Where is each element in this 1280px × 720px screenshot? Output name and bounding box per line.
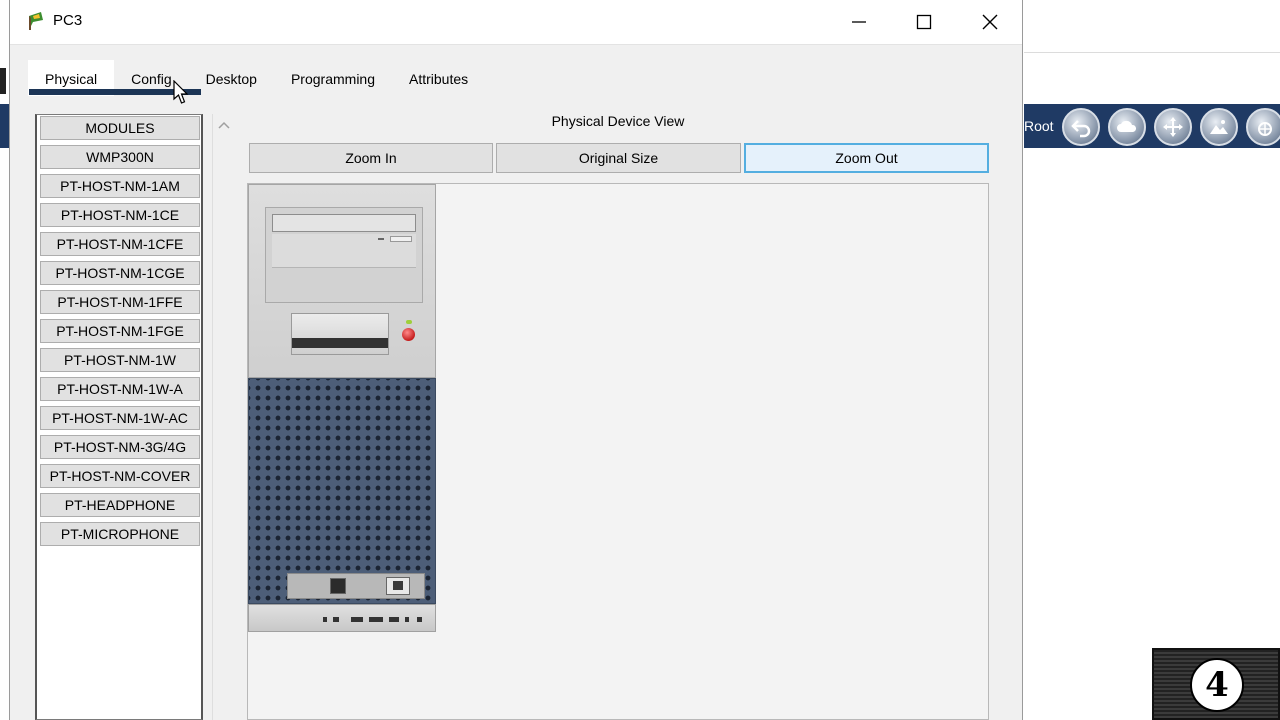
image-icon[interactable]	[1200, 108, 1238, 146]
watermark-number: 4	[1190, 658, 1244, 712]
zoom-in-button[interactable]: Zoom In	[249, 143, 493, 173]
window-title: PC3	[53, 12, 83, 29]
drive-indicator	[378, 238, 384, 240]
pc-tower-image[interactable]	[248, 184, 436, 632]
watermark-logo: 4	[1152, 648, 1280, 720]
floppy-drive	[291, 313, 389, 355]
floppy-slot	[292, 338, 388, 348]
tab-programming[interactable]: Programming	[274, 60, 392, 96]
module-item[interactable]: PT-HOST-NM-1W	[40, 348, 200, 372]
usb-port-icon	[351, 617, 363, 622]
power-led	[406, 320, 412, 324]
module-item[interactable]: PT-HOST-NM-1FFE	[40, 290, 200, 314]
line-port-icon	[417, 617, 422, 622]
module-item[interactable]: PT-HOST-NM-1W-AC	[40, 406, 200, 430]
headphone-port-icon	[333, 617, 339, 622]
port-icon	[389, 617, 399, 622]
usb-symbol-icon	[369, 617, 383, 622]
module-item[interactable]: PT-MICROPHONE	[40, 522, 200, 546]
minimize-button[interactable]	[827, 0, 891, 44]
network-module-slot[interactable]	[287, 573, 425, 599]
mic-port-icon	[405, 617, 409, 622]
mouse-cursor-icon	[173, 80, 189, 104]
module-item[interactable]: PT-HOST-NM-1W-A	[40, 377, 200, 401]
serial-port-icon	[386, 577, 410, 595]
tower-rear-ports	[248, 604, 436, 632]
background-divider	[1024, 52, 1280, 53]
background-app-edge	[0, 68, 6, 94]
module-item[interactable]: PT-HOST-NM-1CGE	[40, 261, 200, 285]
maximize-button[interactable]	[892, 0, 956, 44]
network-icon[interactable]	[1246, 108, 1280, 146]
drive-bay	[265, 207, 423, 303]
minimize-icon	[852, 21, 866, 23]
eject-button	[390, 236, 412, 242]
root-label: Root	[1024, 118, 1054, 134]
move-icon[interactable]	[1154, 108, 1192, 146]
module-item[interactable]: PT-HOST-NM-1CE	[40, 203, 200, 227]
original-size-button[interactable]: Original Size	[496, 143, 741, 173]
module-item[interactable]: PT-HEADPHONE	[40, 493, 200, 517]
module-item[interactable]: PT-HOST-NM-1AM	[40, 174, 200, 198]
tower-vent-grille	[248, 378, 436, 604]
tab-desktop[interactable]: Desktop	[189, 60, 274, 96]
module-list: MODULES WMP300N PT-HOST-NM-1AM PT-HOST-N…	[35, 114, 203, 720]
module-item[interactable]: PT-HOST-NM-COVER	[40, 464, 200, 488]
close-button[interactable]	[958, 0, 1022, 44]
back-icon[interactable]	[1062, 108, 1100, 146]
optical-drive	[272, 214, 416, 232]
module-item[interactable]: PT-HOST-NM-1FGE	[40, 319, 200, 343]
module-list-scrollbar[interactable]	[212, 114, 235, 720]
background-app: Root	[1024, 0, 1280, 720]
device-view-title: Physical Device View	[551, 113, 685, 129]
module-item-modules[interactable]: MODULES	[40, 116, 200, 140]
close-icon	[982, 14, 998, 30]
power-button[interactable]	[402, 328, 415, 341]
zoom-out-button[interactable]: Zoom Out	[744, 143, 989, 173]
module-item[interactable]: PT-HOST-NM-1CFE	[40, 232, 200, 256]
tower-front-panel	[248, 184, 436, 378]
packet-tracer-icon	[29, 12, 43, 30]
module-item[interactable]: PT-HOST-NM-3G/4G	[40, 435, 200, 459]
module-item[interactable]: WMP300N	[40, 145, 200, 169]
maximize-icon	[916, 14, 932, 30]
cloud-icon[interactable]	[1108, 108, 1146, 146]
audio-port-icon	[323, 617, 327, 622]
tab-attributes[interactable]: Attributes	[392, 60, 485, 96]
scroll-up-icon[interactable]	[218, 120, 230, 130]
ethernet-port-icon	[330, 578, 346, 594]
title-bar: PC3	[10, 0, 1022, 45]
